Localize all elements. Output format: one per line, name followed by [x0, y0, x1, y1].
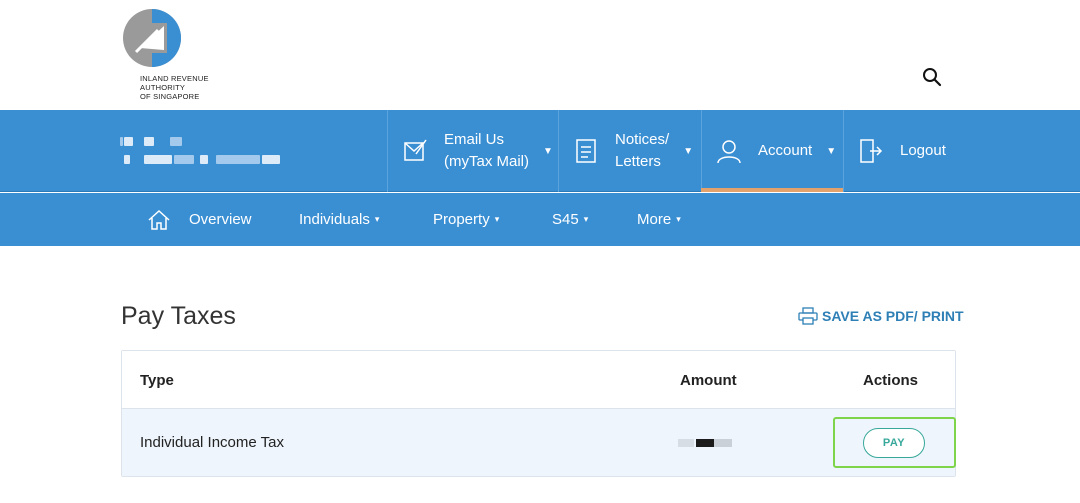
envelope-icon	[400, 136, 430, 166]
chevron-down-icon: ▼	[826, 145, 837, 157]
nav-notices-label: Notices/ Letters	[615, 129, 669, 173]
subnav-property[interactable]: Property ▾	[433, 193, 499, 246]
chevron-down-icon: ▼	[543, 145, 553, 157]
subnav-s45[interactable]: S45 ▾	[552, 193, 588, 246]
nav-logout[interactable]: Logout	[856, 110, 966, 192]
chevron-down-icon: ▾	[494, 214, 500, 224]
subnav-more-label: More	[637, 211, 672, 228]
nav-divider	[843, 110, 844, 192]
column-header-type: Type	[140, 372, 174, 389]
subnav-s45-label: S45	[552, 211, 579, 228]
pay-taxes-table: Type Amount Actions Individual Income Ta…	[121, 350, 956, 477]
nav-email-label-line2: (myTax Mail)	[444, 153, 529, 170]
document-icon	[571, 136, 601, 166]
search-button[interactable]	[919, 64, 945, 90]
top-header: INLAND REVENUE AUTHORITY OF SINGAPORE	[0, 0, 1080, 110]
active-tab-indicator	[701, 188, 843, 192]
chevron-down-icon: ▾	[583, 214, 589, 224]
chevron-down-icon: ▾	[676, 214, 681, 224]
iras-logo-icon	[123, 9, 181, 67]
logo-text-line: AUTHORITY	[140, 83, 186, 92]
search-icon	[923, 68, 942, 87]
nav-divider	[701, 110, 702, 192]
subnav-more[interactable]: More ▾	[637, 193, 681, 246]
nav-email-label: Email Us (myTax Mail)	[444, 129, 529, 173]
door-exit-icon	[856, 136, 886, 166]
nav-account[interactable]: Account ▼	[714, 110, 843, 192]
nav-logout-label: Logout	[900, 142, 946, 159]
subnav-individuals[interactable]: Individuals ▾	[299, 193, 379, 246]
amount-redacted	[678, 439, 734, 447]
nav-notices-letters[interactable]: Notices/ Letters ▼	[571, 110, 701, 192]
nav-email-us[interactable]: Email Us (myTax Mail) ▼	[400, 110, 558, 192]
save-as-pdf-print-link[interactable]: SAVE AS PDF/ PRINT	[798, 307, 964, 325]
subnav-individuals-label: Individuals	[299, 211, 370, 228]
iras-logo[interactable]: INLAND REVENUE AUTHORITY OF SINGAPORE	[120, 6, 230, 106]
page-title: Pay Taxes	[121, 302, 236, 330]
save-as-pdf-print-label: SAVE AS PDF/ PRINT	[822, 308, 964, 324]
nav-divider	[387, 110, 388, 192]
nav-notices-label-line2: Letters	[615, 153, 661, 170]
logo-text-line: OF SINGAPORE	[140, 92, 200, 101]
chevron-down-icon: ▼	[683, 145, 694, 157]
printer-icon	[798, 307, 818, 325]
nav-email-label-line1: Email Us	[444, 131, 505, 148]
nav-divider	[558, 110, 559, 192]
pay-button[interactable]: PAY	[863, 428, 925, 458]
table-header-row: Type Amount Actions	[122, 351, 955, 409]
home-icon	[147, 209, 171, 231]
table-row: Individual Income Tax PAY	[122, 409, 956, 476]
nav-account-label: Account	[758, 142, 813, 159]
subnav-overview-label: Overview	[189, 211, 252, 228]
nav-notices-label-line1: Notices/	[615, 131, 670, 148]
user-icon	[714, 136, 744, 166]
logo-text-line: INLAND REVENUE	[140, 74, 209, 83]
tax-type-cell: Individual Income Tax	[140, 434, 284, 451]
logo-text: INLAND REVENUE AUTHORITY OF SINGAPORE	[140, 74, 209, 101]
subnav-property-label: Property	[433, 211, 490, 228]
chevron-down-icon: ▾	[374, 214, 380, 224]
column-header-amount: Amount	[680, 372, 737, 389]
subnav-overview[interactable]: Overview	[147, 193, 252, 246]
column-header-actions: Actions	[863, 372, 919, 389]
